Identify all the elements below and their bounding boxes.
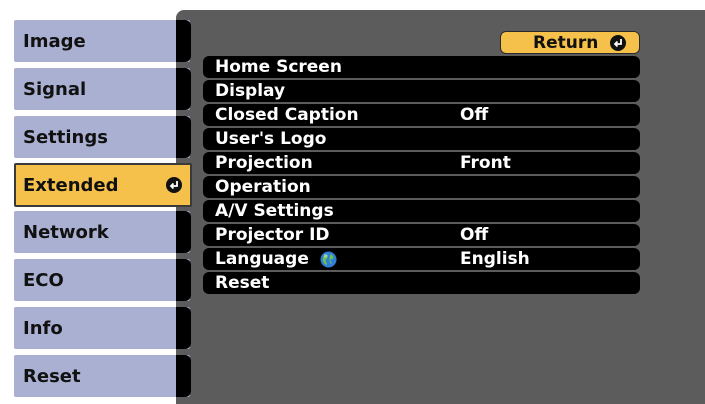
tab-settings[interactable]: Settings	[14, 116, 190, 158]
menu-item-closed-caption[interactable]: Closed Caption Off	[203, 104, 640, 126]
tab-label: ECO	[23, 269, 64, 291]
tab-info[interactable]: Info	[14, 307, 190, 349]
tab-signal[interactable]: Signal	[14, 68, 190, 110]
tab-divider	[176, 307, 191, 349]
tab-label: Signal	[23, 78, 87, 100]
globe-icon	[320, 251, 337, 268]
menu-item-operation[interactable]: Operation	[203, 176, 640, 198]
tab-label: Network	[23, 221, 109, 243]
tab-extended[interactable]: Extended	[14, 163, 192, 207]
menu-item-label: Language	[215, 249, 309, 269]
tab-divider	[176, 116, 191, 158]
menu-item-label: Reset	[215, 273, 270, 293]
tab-label: Info	[23, 317, 63, 339]
enter-icon	[166, 177, 182, 193]
tab-label: Reset	[23, 365, 81, 387]
menu-item-label: A/V Settings	[215, 201, 334, 221]
menu-item-value: Off	[460, 225, 489, 245]
tab-label: Extended	[23, 174, 119, 196]
menu-item-av-settings[interactable]: A/V Settings	[203, 200, 640, 222]
tab-image[interactable]: Image	[14, 20, 190, 62]
menu-item-label: User's Logo	[215, 129, 327, 149]
menu-item-label: Closed Caption	[215, 105, 359, 125]
tab-divider	[176, 355, 191, 397]
tab-label: Settings	[23, 126, 108, 148]
menu-item-label: Home Screen	[215, 57, 342, 77]
menu-item-reset[interactable]: Reset	[203, 272, 640, 294]
tab-divider	[176, 68, 191, 110]
tab-network[interactable]: Network	[14, 211, 190, 253]
tab-divider	[176, 259, 191, 301]
menu-item-users-logo[interactable]: User's Logo	[203, 128, 640, 150]
menu-item-label: Projector ID	[215, 225, 330, 245]
return-label: Return	[533, 32, 599, 53]
menu-item-label: Operation	[215, 177, 311, 197]
return-button[interactable]: Return	[500, 31, 640, 54]
menu-item-home-screen[interactable]: Home Screen	[203, 56, 640, 78]
menu-item-value: English	[460, 249, 530, 269]
menu-item-display[interactable]: Display	[203, 80, 640, 102]
menu-item-value: Front	[460, 153, 511, 173]
menu-item-value: Off	[460, 105, 489, 125]
menu-item-projection[interactable]: Projection Front	[203, 152, 640, 174]
menu-item-label: Display	[215, 81, 286, 101]
tab-label: Image	[23, 30, 86, 52]
tab-divider	[176, 20, 191, 62]
menu-item-projector-id[interactable]: Projector ID Off	[203, 224, 640, 246]
menu-item-language[interactable]: Language English	[203, 248, 640, 270]
menu-item-label: Projection	[215, 153, 313, 173]
tab-eco[interactable]: ECO	[14, 259, 190, 301]
enter-icon	[610, 35, 626, 51]
tab-divider	[176, 211, 191, 253]
tab-reset[interactable]: Reset	[14, 355, 190, 397]
